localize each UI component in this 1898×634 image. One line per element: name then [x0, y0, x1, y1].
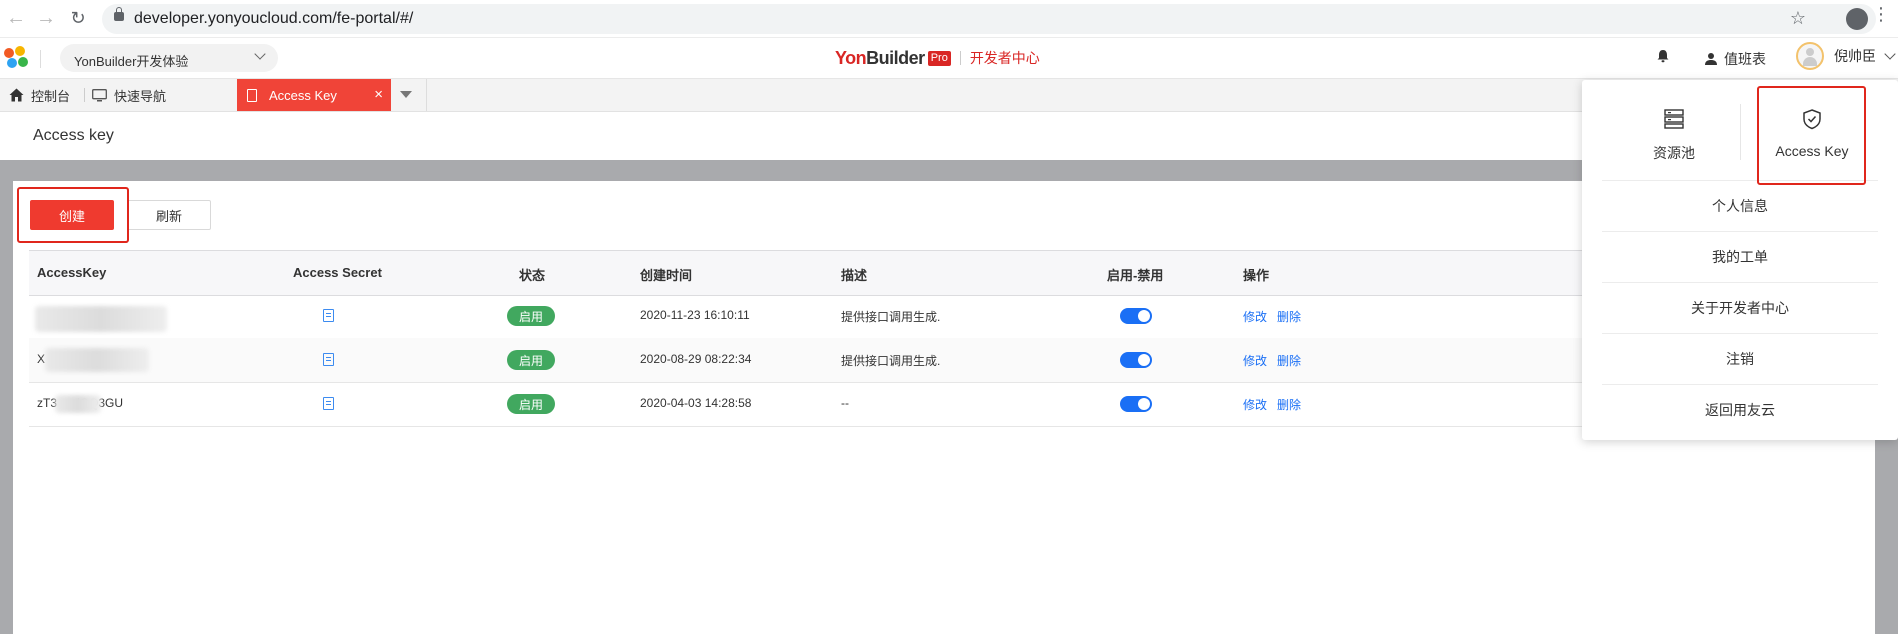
status-badge: 启用 — [507, 350, 555, 370]
col-enable-disable: 启用-禁用 — [1107, 268, 1164, 283]
browser-toolbar: ← → ↻ developer.yonyoucloud.com/fe-porta… — [0, 0, 1898, 38]
avatar — [1796, 42, 1824, 70]
redacted-value — [55, 395, 101, 413]
delete-link[interactable]: 删除 — [1277, 308, 1301, 325]
header-divider — [40, 50, 41, 68]
page-title: Access key — [33, 127, 114, 144]
user-name: 倪帅臣 — [1834, 48, 1876, 64]
created-time: 2020-08-29 08:22:34 — [640, 352, 752, 366]
app-header: YonBuilder开发体验 YonBuilder Pro 开发者中心 值班表 … — [0, 38, 1898, 79]
highlight-box-access-key — [1757, 86, 1866, 185]
col-created-time: 创建时间 — [640, 268, 693, 283]
tab-console[interactable]: 控制台 — [9, 79, 70, 111]
bookmark-star-icon[interactable]: ☆ — [1790, 8, 1806, 29]
enable-toggle[interactable] — [1120, 396, 1152, 412]
tab-quick-nav[interactable]: 快速导航 — [92, 79, 166, 111]
edit-link[interactable]: 修改 — [1243, 396, 1267, 413]
close-icon[interactable]: × — [374, 86, 383, 103]
view-secret-icon[interactable] — [323, 309, 334, 322]
col-access-secret: Access Secret — [293, 265, 382, 280]
lock-icon — [114, 7, 124, 21]
enable-toggle[interactable] — [1120, 352, 1152, 368]
created-time: 2020-04-03 14:28:58 — [640, 396, 752, 410]
notification-bell-icon[interactable] — [1656, 49, 1670, 63]
redacted-value — [35, 306, 167, 332]
highlight-box-create — [17, 187, 129, 243]
redacted-value — [45, 348, 149, 372]
col-operations: 操作 — [1243, 268, 1270, 283]
status-badge: 启用 — [507, 394, 555, 414]
delete-link[interactable]: 删除 — [1277, 352, 1301, 369]
dropdown-divider — [1740, 104, 1741, 160]
view-secret-icon[interactable] — [323, 353, 334, 366]
forward-icon[interactable]: → — [34, 6, 58, 30]
menu-item-tickets[interactable]: 我的工单 — [1602, 231, 1878, 282]
resource-pool-label: 资源池 — [1653, 145, 1695, 161]
status-badge: 启用 — [507, 306, 555, 326]
browser-menu-icon[interactable]: ⋮ — [1872, 4, 1890, 25]
url-text: developer.yonyoucloud.com/fe-portal/#/ — [134, 10, 414, 27]
chevron-down-icon — [254, 48, 266, 60]
menu-item-about[interactable]: 关于开发者中心 — [1602, 282, 1878, 333]
col-description: 描述 — [841, 268, 868, 283]
description: 提供接口调用生成. — [841, 310, 941, 324]
edit-link[interactable]: 修改 — [1243, 308, 1267, 325]
brand-logo[interactable]: YonBuilder Pro 开发者中心 — [835, 47, 1040, 69]
brand-name-red: Yon — [835, 47, 867, 68]
description: 提供接口调用生成. — [841, 354, 941, 368]
enable-toggle[interactable] — [1120, 308, 1152, 324]
brand-subtitle: 开发者中心 — [969, 50, 1040, 66]
chevron-down-icon — [1884, 48, 1896, 60]
edit-link[interactable]: 修改 — [1243, 352, 1267, 369]
server-icon — [1664, 109, 1684, 129]
document-icon — [247, 88, 257, 102]
duty-table-label: 值班表 — [1724, 51, 1766, 67]
address-bar[interactable]: developer.yonyoucloud.com/fe-portal/#/ ☆ — [102, 4, 1876, 34]
person-icon — [1705, 53, 1717, 65]
back-icon[interactable]: ← — [4, 6, 28, 30]
user-menu-trigger[interactable]: 倪帅臣 — [1796, 42, 1896, 70]
view-secret-icon[interactable] — [323, 397, 334, 410]
tab-console-label: 控制台 — [31, 88, 71, 104]
reload-icon[interactable]: ↻ — [66, 6, 90, 30]
environment-select[interactable]: YonBuilder开发体验 — [60, 44, 278, 72]
delete-link[interactable]: 删除 — [1277, 396, 1301, 413]
col-status: 状态 — [519, 268, 546, 283]
environment-select-value: YonBuilder开发体验 — [74, 54, 189, 69]
brand-pro-badge: Pro — [927, 50, 951, 66]
menu-item-profile[interactable]: 个人信息 — [1602, 180, 1878, 231]
caret-down-icon[interactable] — [400, 91, 412, 98]
resource-pool-button[interactable]: 资源池 — [1614, 108, 1734, 163]
access-key-value: X — [37, 352, 46, 366]
created-time: 2020-11-23 16:10:11 — [640, 308, 750, 322]
tab-access-key[interactable]: Access Key × — [237, 79, 391, 111]
tab-divider — [426, 79, 427, 111]
duty-table-link[interactable]: 值班表 — [1704, 49, 1766, 69]
tab-access-key-label: Access Key — [269, 87, 337, 103]
home-icon — [9, 88, 24, 102]
tab-quick-nav-label: 快速导航 — [114, 88, 167, 104]
menu-item-logout[interactable]: 注销 — [1602, 333, 1878, 384]
brand-name-dark: Builder — [866, 47, 925, 68]
app-logo-icon[interactable] — [4, 46, 30, 70]
tab-divider — [84, 88, 85, 102]
browser-profile-icon[interactable] — [1846, 8, 1868, 30]
refresh-button[interactable]: 刷新 — [127, 200, 211, 230]
description: -- — [841, 396, 849, 410]
monitor-icon — [92, 88, 107, 101]
menu-item-back-to-yonyou[interactable]: 返回用友云 — [1602, 384, 1878, 435]
col-access-key: AccessKey — [37, 265, 107, 280]
